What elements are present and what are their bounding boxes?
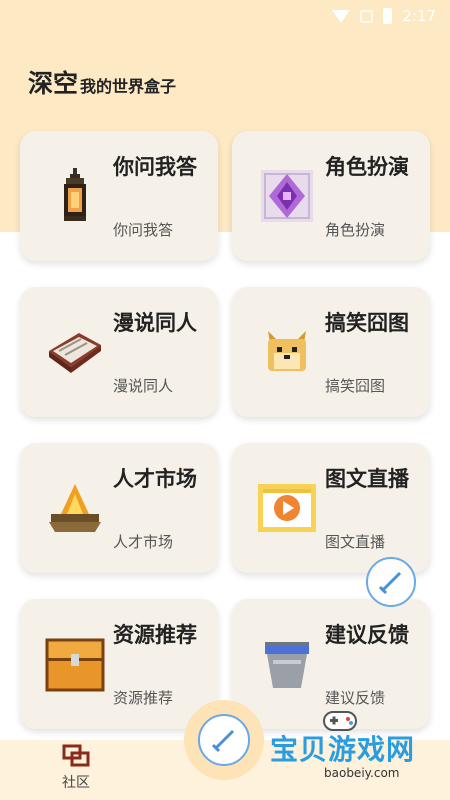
watermark-text: 宝贝游戏网 [270,733,416,766]
tab-community[interactable]: 社区 [50,744,102,796]
lantern-icon [40,161,110,231]
card-talent-market[interactable]: 人才市场 人才市场 [20,443,218,573]
treasure-chest-icon [40,629,110,699]
card-subtitle: 搞笑囧图 [325,377,386,395]
battery-icon [383,8,393,24]
book-icon [40,317,110,387]
card-title: 角色扮演 [325,155,409,179]
card-subtitle: 你问我答 [113,221,174,239]
status-time: 2:17 [402,7,436,25]
sword-icon [378,571,402,595]
page-header: 深空 我的世界盒子 [28,64,176,100]
sword-icon [211,729,235,753]
card-qa[interactable]: 你问我答 你问我答 [20,131,218,261]
center-fab-container [184,700,264,780]
card-title: 你问我答 [113,155,197,179]
card-title: 人才市场 [113,467,197,491]
card-subtitle: 人才市场 [113,533,174,551]
ender-crystal-icon [252,161,322,231]
card-subtitle: 漫说同人 [113,377,174,395]
center-action-button[interactable] [198,714,250,766]
card-title: 资源推荐 [113,623,197,647]
card-title: 搞笑囧图 [325,311,409,335]
no-sim-icon [360,9,374,23]
card-funny[interactable]: 搞笑囧图 搞笑囧图 [232,287,430,417]
card-subtitle: 图文直播 [325,533,386,551]
app-title: 深空 [28,69,79,98]
floating-sword-button[interactable] [366,557,416,607]
tab-community-label: 社区 [62,775,90,791]
card-fanfic[interactable]: 漫说同人 漫说同人 [20,287,218,417]
watermark-url: baobeiy.com [324,766,400,780]
card-subtitle: 建议反馈 [325,689,386,707]
card-title: 漫说同人 [113,311,197,335]
campfire-icon [40,473,110,543]
card-subtitle: 角色扮演 [325,221,386,239]
water-bucket-icon [252,629,322,699]
card-live[interactable]: 图文直播 图文直播 [232,443,430,573]
watermark: 宝贝游戏网 baobeiy.com [270,708,430,793]
card-title: 建议反馈 [325,623,409,647]
doge-icon [252,317,322,387]
status-bar: 2:17 [0,0,450,32]
card-title: 图文直播 [325,467,409,491]
card-resources[interactable]: 资源推荐 资源推荐 [20,599,218,729]
video-play-icon [252,473,322,543]
app-subtitle: 我的世界盒子 [80,77,177,96]
chat-bubbles-icon [62,744,90,767]
wifi-icon [332,9,351,23]
card-roleplay[interactable]: 角色扮演 角色扮演 [232,131,430,261]
card-subtitle: 资源推荐 [113,689,174,707]
